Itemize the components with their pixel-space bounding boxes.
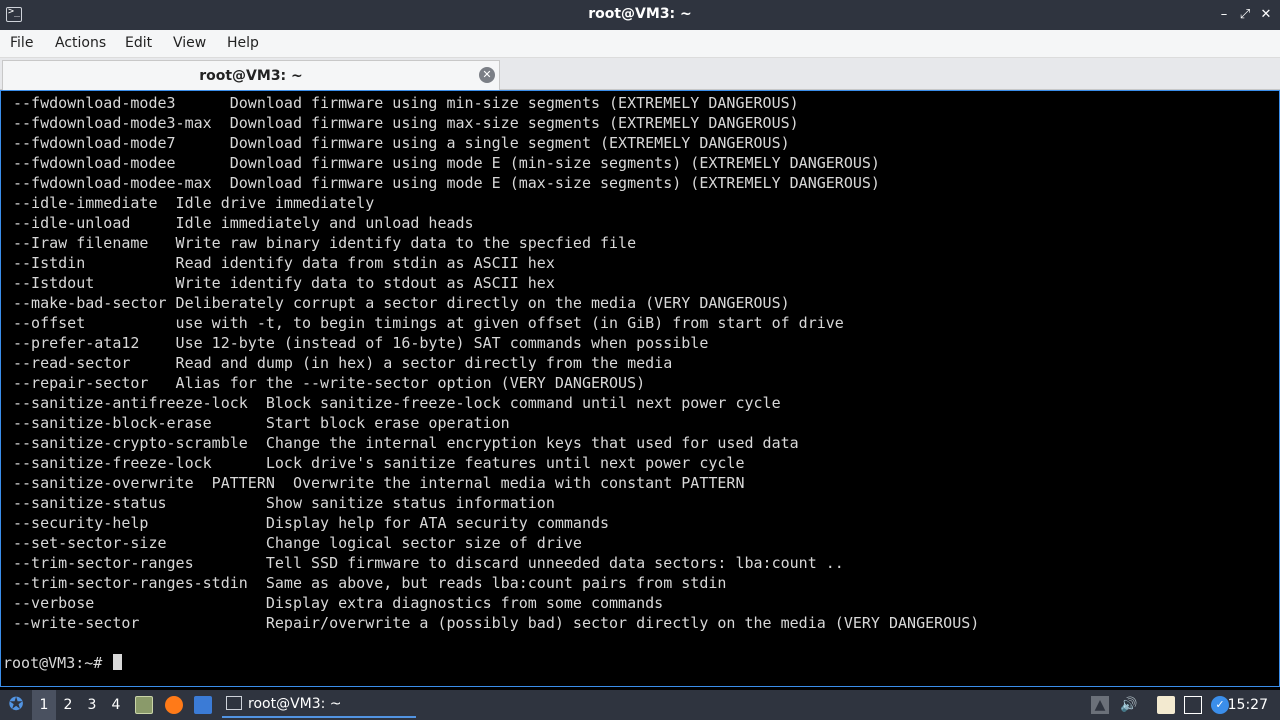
firefox-icon[interactable] [165, 696, 183, 714]
minimize-button[interactable]: – [1216, 6, 1232, 24]
terminal-line: --Iraw filename Write raw binary identif… [13, 234, 637, 252]
update-icon[interactable]: ✓ [1211, 696, 1229, 714]
terminal-line: --sanitize-antifreeze-lock Block sanitiz… [13, 394, 781, 412]
taskbar-window-label: root@VM3: ~ [248, 696, 342, 712]
terminal-line: --sanitize-crypto-scramble Change the in… [13, 434, 799, 452]
taskbar: ✪ 1 2 3 4 root@VM3: ~ ▲ 🔊 ✓ 15:27 [0, 690, 1280, 720]
network-icon[interactable] [1184, 696, 1202, 714]
clock[interactable]: 15:27 [1228, 690, 1268, 720]
terminal-line: --Istdout Write identify data to stdout … [13, 274, 555, 292]
prompt-text: root@VM3:~# [3, 654, 112, 672]
terminal-line: --sanitize-freeze-lock Lock drive's sani… [13, 454, 745, 472]
terminal-line: --trim-sector-ranges-stdin Same as above… [13, 574, 727, 592]
shell-prompt[interactable]: root@VM3:~# [3, 653, 123, 673]
menu-file[interactable]: File [10, 35, 33, 51]
terminal-output[interactable]: --fwdownload-mode3 Download firmware usi… [0, 90, 1280, 687]
terminal-line: --fwdownload-mode3 Download firmware usi… [13, 94, 799, 112]
terminal-line: --fwdownload-mode7 Download firmware usi… [13, 134, 790, 152]
terminal-line: --Istdin Read identify data from stdin a… [13, 254, 555, 272]
maximize-button[interactable]: ⤢ [1237, 6, 1253, 24]
terminal-line: --idle-unload Idle immediately and unloa… [13, 214, 474, 232]
terminal-line: --idle-immediate Idle drive immediately [13, 194, 375, 212]
terminal-line: --write-sector Repair/overwrite a (possi… [13, 614, 980, 632]
tab-close-icon[interactable]: ✕ [479, 67, 495, 83]
workspace-1[interactable]: 1 [32, 690, 56, 720]
menu-help[interactable]: Help [227, 35, 259, 51]
tray-up-icon[interactable]: ▲ [1091, 696, 1109, 714]
text-cursor [113, 654, 123, 670]
terminal-line: --offset use with -t, to begin timings a… [13, 314, 844, 332]
terminal-line: --set-sector-size Change logical sector … [13, 534, 582, 552]
terminal-line: --sanitize-block-erase Start block erase… [13, 414, 510, 432]
terminal-window: root@VM3: ~ – ⤢ ✕ File Actions Edit View… [0, 0, 1280, 690]
terminal-line: --prefer-ata12 Use 12-byte (instead of 1… [13, 334, 709, 352]
volume-icon[interactable]: 🔊 [1120, 696, 1138, 714]
workspace-4[interactable]: 4 [104, 690, 128, 720]
terminal-line: --fwdownload-mode3-max Download firmware… [13, 114, 799, 132]
terminal-task-icon [226, 696, 242, 710]
title-bar[interactable]: root@VM3: ~ – ⤢ ✕ [0, 0, 1280, 30]
terminal-line: --sanitize-overwrite PATTERN Overwrite t… [13, 474, 745, 492]
window-title: root@VM3: ~ [588, 6, 692, 22]
menu-bar: File Actions Edit View Help [0, 30, 1280, 58]
menu-actions[interactable]: Actions [55, 35, 106, 51]
tab-root-vm3[interactable]: root@VM3: ~ ✕ [2, 60, 500, 90]
menu-edit[interactable]: Edit [125, 35, 152, 51]
close-button[interactable]: ✕ [1258, 6, 1274, 24]
file-manager-icon[interactable] [135, 696, 153, 714]
taskbar-window-terminal[interactable]: root@VM3: ~ [222, 692, 416, 718]
start-menu-icon[interactable]: ✪ [4, 690, 28, 720]
terminal-line: --make-bad-sector Deliberately corrupt a… [13, 294, 790, 312]
terminal-line: --trim-sector-ranges Tell SSD firmware t… [13, 554, 844, 572]
show-desktop-icon[interactable] [194, 696, 212, 714]
workspace-3[interactable]: 3 [80, 690, 104, 720]
terminal-line: --security-help Display help for ATA sec… [13, 514, 610, 532]
clipboard-icon[interactable] [1157, 696, 1175, 714]
tab-bar: root@VM3: ~ ✕ [0, 58, 1280, 90]
terminal-line: --verbose Display extra diagnostics from… [13, 594, 664, 612]
tab-label: root@VM3: ~ [199, 68, 303, 84]
terminal-line: --fwdownload-modee Download firmware usi… [13, 154, 880, 172]
terminal-line: --sanitize-status Show sanitize status i… [13, 494, 555, 512]
menu-view[interactable]: View [173, 35, 206, 51]
terminal-line: --read-sector Read and dump (in hex) a s… [13, 354, 673, 372]
terminal-line: --repair-sector Alias for the --write-se… [13, 374, 646, 392]
terminal-line: --fwdownload-modee-max Download firmware… [13, 174, 880, 192]
workspace-2[interactable]: 2 [56, 690, 80, 720]
